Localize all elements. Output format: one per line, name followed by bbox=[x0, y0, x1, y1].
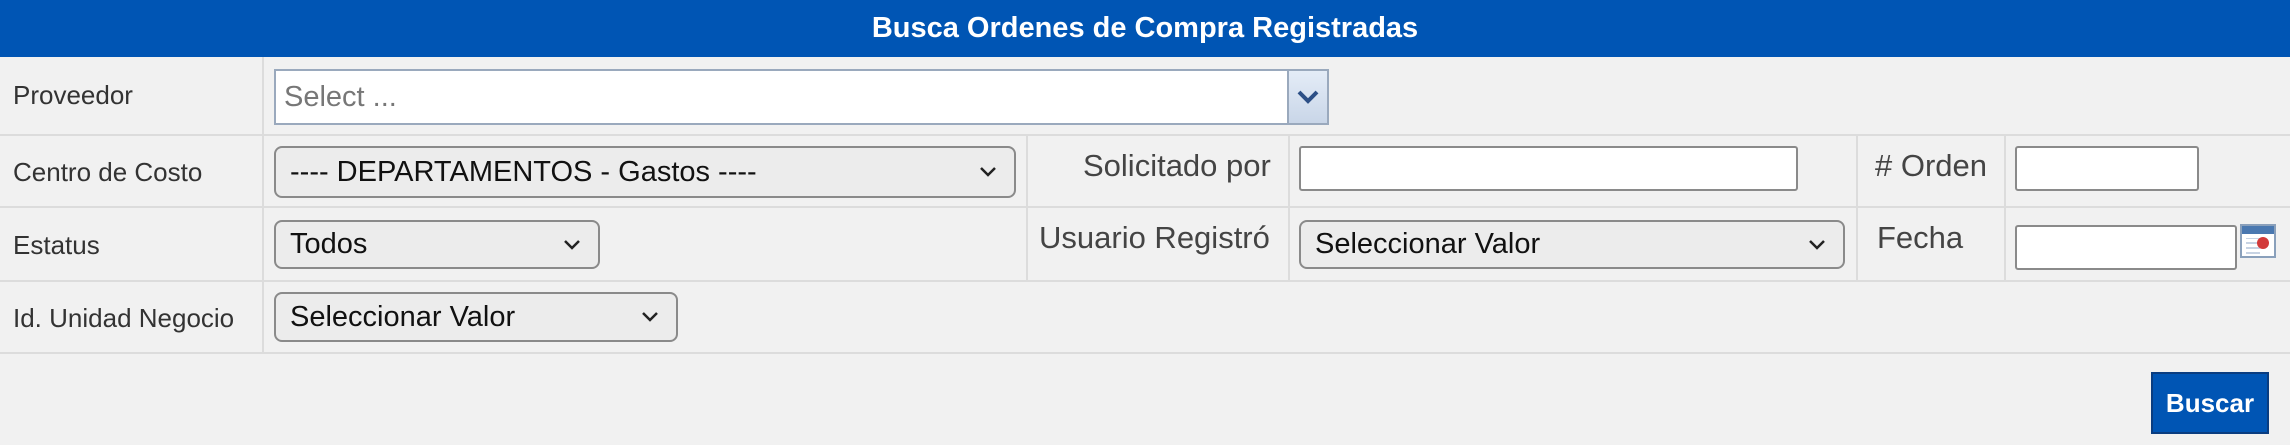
row-divider bbox=[0, 352, 2290, 354]
row-divider bbox=[0, 280, 2290, 282]
solicitado-por-input[interactable] bbox=[1299, 146, 1798, 191]
form-title: Busca Ordenes de Compra Registradas bbox=[0, 0, 2290, 57]
solicitado-por-label: Solicitado por bbox=[1083, 148, 1271, 183]
estatus-value: Todos bbox=[290, 228, 368, 260]
fecha-input[interactable] bbox=[2015, 225, 2237, 270]
column-divider bbox=[1026, 134, 1028, 280]
chevron-down-icon bbox=[624, 311, 676, 323]
proveedor-combobox[interactable]: Select ... bbox=[274, 69, 1329, 125]
proveedor-placeholder: Select ... bbox=[284, 81, 397, 113]
calendar-icon[interactable] bbox=[2240, 224, 2276, 258]
column-divider bbox=[1856, 134, 1858, 280]
search-button[interactable]: Buscar bbox=[2151, 372, 2269, 434]
chevron-down-icon bbox=[1297, 90, 1319, 104]
orden-input[interactable] bbox=[2015, 146, 2199, 191]
orden-label: # Orden bbox=[1875, 148, 1988, 183]
unidad-negocio-label: Id. Unidad Negocio bbox=[13, 303, 235, 333]
centro-costo-label: Centro de Costo bbox=[13, 157, 203, 187]
chevron-down-icon bbox=[1791, 239, 1843, 251]
centro-costo-select[interactable]: ---- DEPARTAMENTOS - Gastos ---- bbox=[274, 146, 1016, 198]
estatus-label: Estatus bbox=[13, 230, 100, 260]
fecha-label: Fecha bbox=[1877, 220, 1964, 255]
column-divider bbox=[262, 57, 264, 352]
proveedor-label: Proveedor bbox=[13, 80, 133, 110]
chevron-down-icon bbox=[546, 239, 598, 251]
search-form-panel: Busca Ordenes de Compra Registradas Prov… bbox=[0, 0, 2290, 445]
usuario-registro-value: Seleccionar Valor bbox=[1315, 228, 1541, 260]
proveedor-dropdown-button[interactable] bbox=[1287, 71, 1327, 123]
calendar-marker bbox=[2257, 237, 2269, 249]
centro-costo-value: ---- DEPARTAMENTOS - Gastos ---- bbox=[290, 155, 757, 188]
column-divider bbox=[1288, 134, 1290, 280]
unidad-negocio-value: Seleccionar Valor bbox=[290, 300, 516, 333]
chevron-down-icon bbox=[962, 166, 1014, 178]
usuario-registro-label: Usuario Registró bbox=[1039, 220, 1270, 255]
row-divider bbox=[0, 206, 2290, 208]
column-divider bbox=[2004, 134, 2006, 280]
unidad-negocio-select[interactable]: Seleccionar Valor bbox=[274, 292, 678, 342]
usuario-registro-select[interactable]: Seleccionar Valor bbox=[1299, 220, 1845, 269]
estatus-select[interactable]: Todos bbox=[274, 220, 600, 269]
calendar-header bbox=[2242, 226, 2274, 234]
row-divider bbox=[0, 134, 2290, 136]
